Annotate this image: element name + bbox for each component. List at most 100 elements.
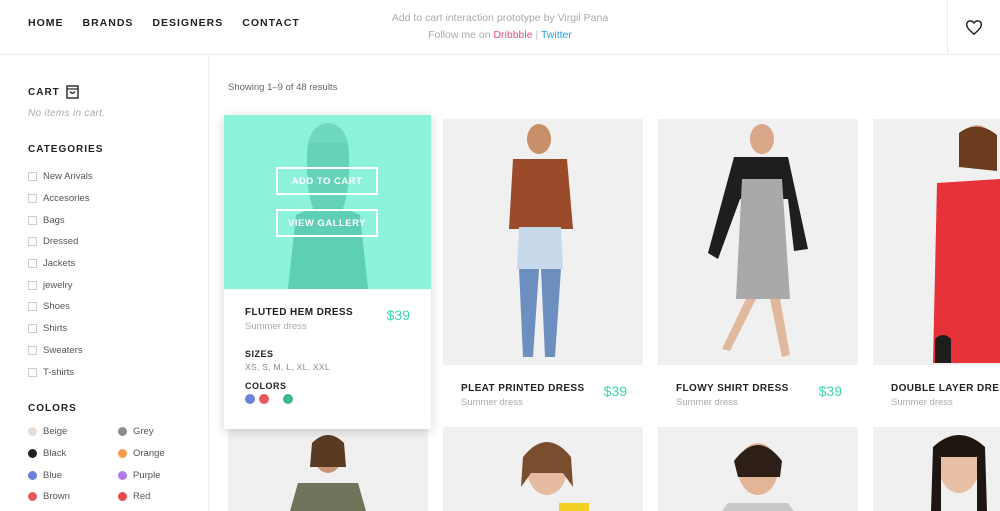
category-item[interactable]: Shoes (28, 296, 93, 318)
results-count: Showing 1–9 of 48 results (228, 82, 338, 93)
model-photo (931, 435, 987, 511)
product-subtitle: Summer dress (461, 397, 523, 408)
color-filter-item[interactable]: Blue (28, 464, 118, 486)
add-to-cart-button[interactable]: ADD TO CART (276, 167, 378, 195)
category-label: Shoes (43, 301, 70, 313)
category-label: New Arivals (43, 171, 93, 183)
product-subtitle: Summer dress (891, 397, 953, 408)
product-name[interactable]: FLUTED HEM DRESS (245, 307, 353, 318)
color-filter-item[interactable]: Grey (118, 421, 208, 443)
color-swatch[interactable] (259, 394, 269, 404)
color-filter-item[interactable]: Purple (118, 464, 208, 486)
category-item[interactable]: Shirts (28, 318, 93, 340)
swatch-spacer (273, 394, 279, 404)
product-name[interactable]: DOUBLE LAYER DRESS (891, 383, 1000, 394)
category-item[interactable]: Jackets (28, 253, 93, 275)
category-item[interactable]: Accesories (28, 188, 93, 210)
checkbox[interactable] (28, 194, 37, 204)
checkbox[interactable] (28, 215, 37, 225)
sidebar: CART No items in cart. CATEGORIES New Ar… (0, 55, 209, 511)
product-price: $39 (386, 307, 410, 323)
heart-icon (966, 20, 982, 35)
model-photo (722, 443, 794, 511)
product-image[interactable] (443, 119, 643, 365)
color-dot (28, 470, 37, 480)
checkbox[interactable] (28, 302, 37, 312)
dribbble-link[interactable]: Dribbble (493, 29, 532, 41)
category-label: Sweaters (43, 344, 83, 356)
cart-empty-text: No items in cart. (28, 108, 106, 119)
product-subtitle: Summer dress (245, 321, 307, 332)
product-card[interactable]: PLEAT PRINTED DRESS Summer dress $39 (443, 119, 643, 419)
checkbox[interactable] (28, 237, 37, 247)
color-dot (118, 449, 127, 459)
categories-title: CATEGORIES (28, 144, 104, 155)
view-gallery-button[interactable]: VIEW GALLERY (276, 209, 378, 237)
color-filter-grid: Beige Grey Black Orange Blue Purple Brow… (28, 421, 208, 508)
category-item[interactable]: Sweaters (28, 340, 93, 362)
color-filter-item[interactable]: Red (118, 486, 208, 508)
model-photo (658, 119, 858, 365)
product-card-row2[interactable] (228, 427, 428, 511)
follow-line: Follow me on Dribbble | Twitter (0, 27, 1000, 44)
color-filter-item[interactable]: Brown (28, 486, 118, 508)
link-separator: | (535, 29, 539, 41)
categories-list: New Arivals Accesories Bags Dressed Jack… (28, 166, 93, 383)
product-card[interactable]: FLOWY SHIRT DRESS Summer dress $39 (658, 119, 858, 419)
sizes-list: XS, S, M, L, XL, XXL (245, 362, 330, 372)
cart-title: CART (28, 86, 60, 98)
category-item[interactable]: jewelry (28, 274, 93, 296)
product-card-row2[interactable] (873, 427, 1000, 511)
checkbox[interactable] (28, 345, 37, 355)
color-dot (28, 449, 37, 459)
category-item[interactable]: New Arivals (28, 166, 93, 188)
follow-label: Follow me on (428, 29, 491, 41)
twitter-link[interactable]: Twitter (541, 29, 572, 41)
product-name[interactable]: FLOWY SHIRT DRESS (676, 383, 789, 394)
category-label: Bags (43, 214, 65, 226)
category-item[interactable]: T-shirts (28, 361, 93, 383)
model-photo (443, 119, 643, 365)
model-photo (521, 442, 589, 511)
credit-line: Add to cart interaction prototype by Vir… (391, 12, 609, 24)
color-label: Black (43, 448, 67, 460)
shopping-bag-icon (66, 85, 79, 99)
category-item[interactable]: Bags (28, 209, 93, 231)
color-dot (28, 492, 37, 502)
product-image[interactable] (658, 119, 858, 365)
color-filter-item[interactable]: Black (28, 443, 118, 465)
checkbox[interactable] (28, 259, 37, 269)
product-image[interactable] (873, 119, 1000, 365)
color-label: Beige (43, 426, 68, 438)
product-card[interactable]: DOUBLE LAYER DRESS Summer dress (873, 119, 1000, 419)
color-label: Grey (133, 426, 154, 438)
color-label: Purple (133, 469, 161, 481)
product-image[interactable]: ADD TO CART VIEW GALLERY (224, 115, 431, 289)
category-label: Jackets (43, 258, 76, 270)
color-swatch[interactable] (283, 394, 293, 404)
checkbox[interactable] (28, 172, 37, 182)
product-card-row2[interactable] (658, 427, 858, 511)
colors-label: COLORS (245, 381, 287, 391)
color-swatch[interactable] (245, 394, 255, 404)
product-card-featured[interactable]: ADD TO CART VIEW GALLERY FLUTED HEM DRES… (224, 115, 431, 429)
top-header: HOME BRANDS DESIGNERS CONTACT Add to car… (0, 0, 1000, 55)
checkbox[interactable] (28, 324, 37, 334)
cart-header[interactable]: CART (28, 85, 79, 99)
category-label: Shirts (43, 323, 68, 335)
color-dot (118, 427, 127, 437)
color-label: Orange (133, 448, 165, 460)
color-filter-item[interactable]: Beige (28, 421, 118, 443)
product-card-row2[interactable] (443, 427, 643, 511)
category-label: Accesories (43, 193, 90, 205)
color-dot (118, 492, 127, 502)
favorites-button[interactable] (947, 0, 1000, 55)
checkbox[interactable] (28, 280, 37, 290)
model-photo (290, 435, 366, 511)
checkbox[interactable] (28, 367, 37, 377)
product-price: $39 (603, 383, 627, 399)
category-item[interactable]: Dressed (28, 231, 93, 253)
color-filter-item[interactable]: Orange (118, 443, 208, 465)
product-name[interactable]: PLEAT PRINTED DRESS (461, 383, 585, 394)
product-subtitle: Summer dress (676, 397, 738, 408)
